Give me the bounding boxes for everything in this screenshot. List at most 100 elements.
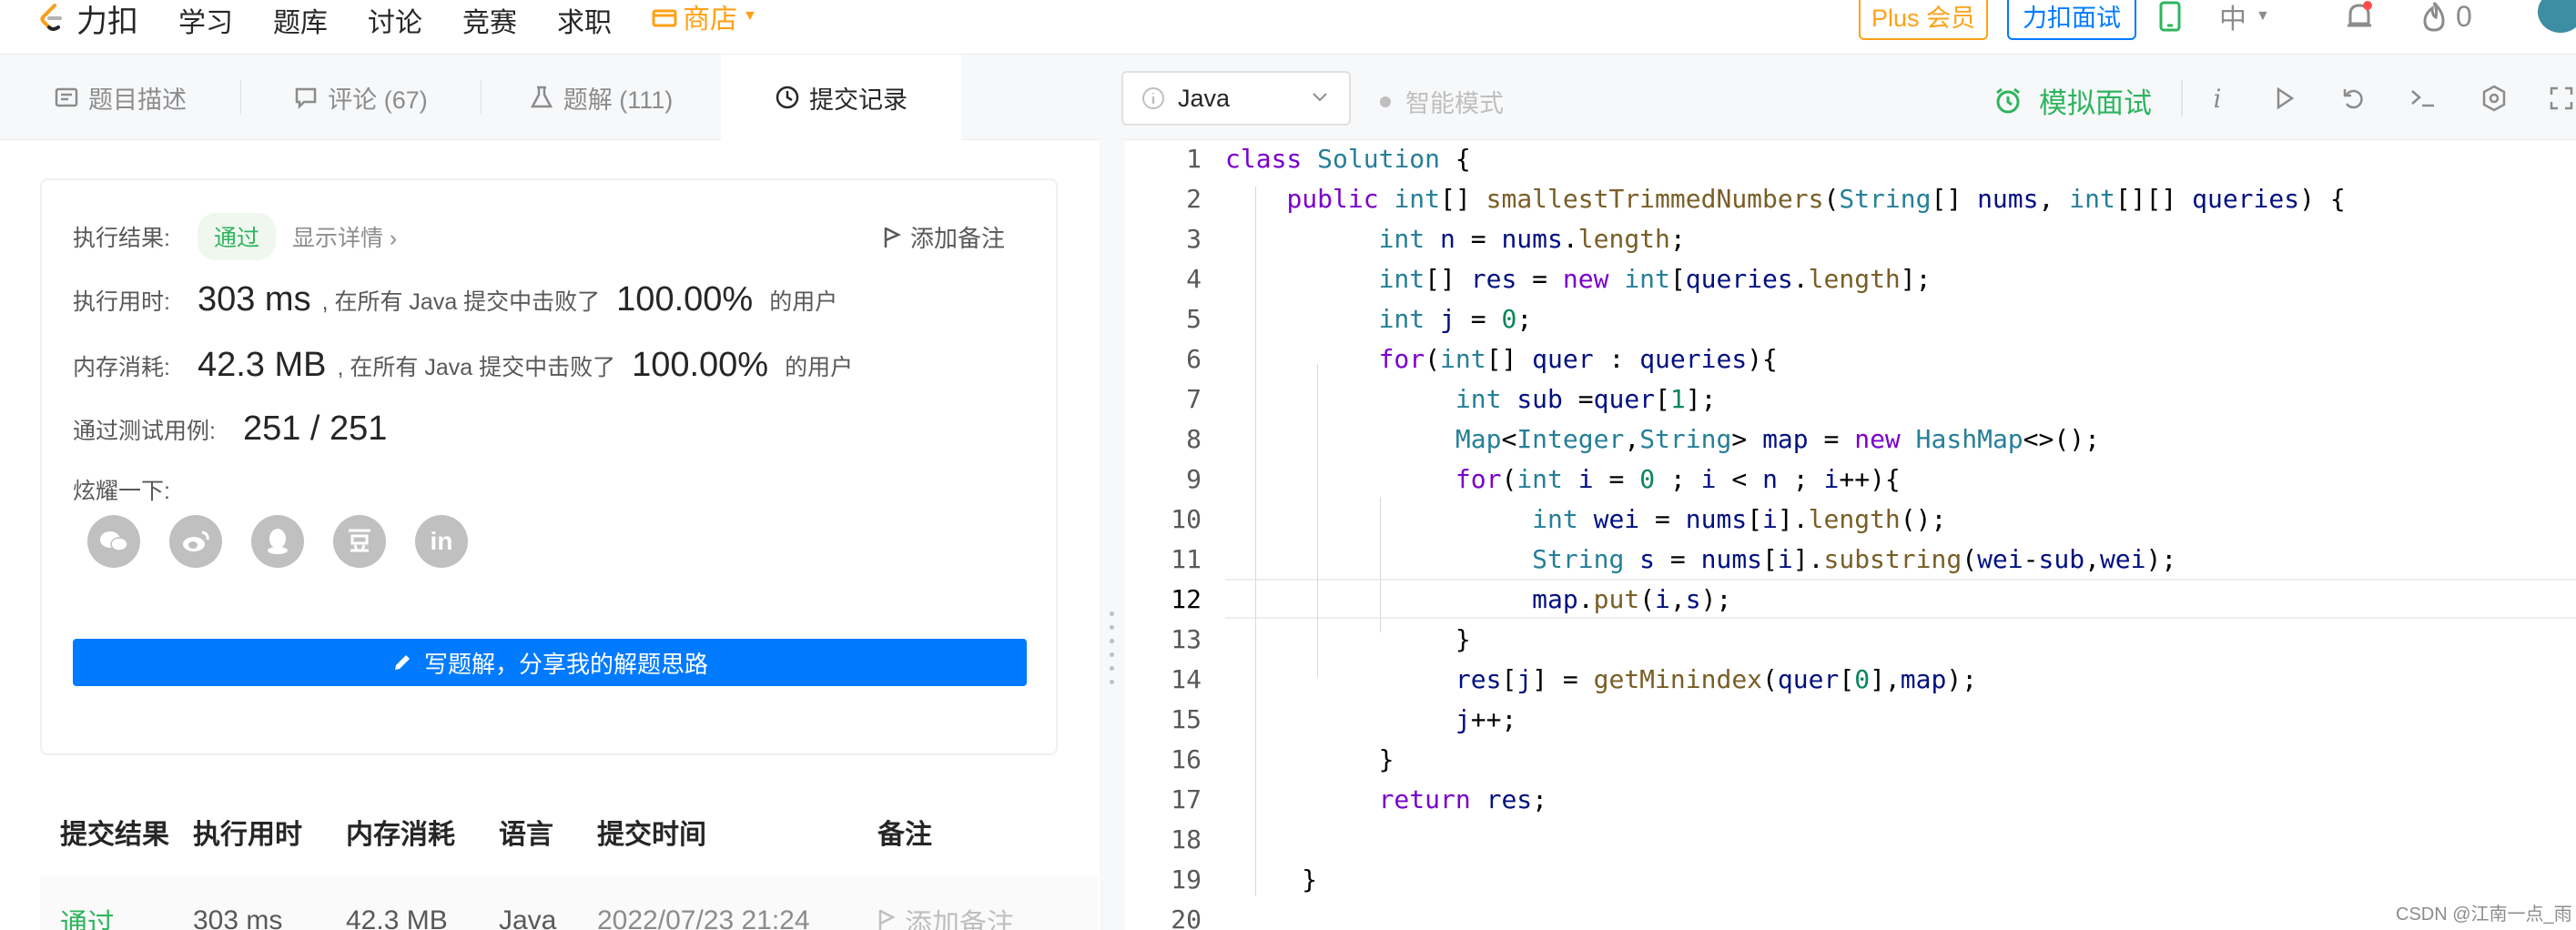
tab-solutions[interactable]: 题解 (111) — [481, 55, 721, 140]
fullscreen-icon[interactable] — [2547, 84, 2576, 113]
line-number: 1 — [1186, 144, 1202, 174]
write-solution-label: 写题解，分享我的解题思路 — [423, 650, 708, 678]
language-select[interactable]: Java — [1121, 71, 1351, 126]
tab-comments[interactable]: 评论 (67) — [240, 55, 481, 140]
interview-button[interactable]: 力扣面试 — [2007, 0, 2136, 40]
watermark: CSDN @江南一点_雨 — [2396, 905, 2572, 925]
douban-icon[interactable] — [333, 515, 386, 568]
mock-interview-label: 模拟面试 — [2039, 87, 2152, 119]
add-note-label: 添加备注 — [909, 225, 1005, 252]
top-navbar: 力扣 学习 题库 讨论 竞赛 求职 商店 ▼ Plus 会员 力扣面试 中 ▼ … — [0, 0, 2576, 55]
selected-language: Java — [1178, 84, 1231, 112]
run-icon[interactable] — [2270, 84, 2299, 113]
submission-add-note[interactable]: 添加备注 — [877, 901, 1060, 930]
reset-icon[interactable] — [2339, 84, 2368, 113]
toolbar-divider — [2181, 80, 2183, 116]
streak-counter[interactable]: 0 — [2421, 0, 2472, 33]
code-line[interactable]: int wei = nums[i].length(); — [1225, 504, 1946, 534]
code-line[interactable]: for(int i = 0 ; i < n ; i++){ — [1225, 464, 1901, 494]
table-row[interactable]: 通过 303 ms 42.3 MB Java 2022/07/23 21:24 … — [40, 875, 1098, 930]
line-number: 12 — [1171, 584, 1202, 614]
code-line[interactable]: int sub =quer[1]; — [1225, 384, 1717, 414]
code-line[interactable]: } — [1225, 624, 1471, 654]
write-solution-button[interactable]: 写题解，分享我的解题思路 — [73, 639, 1027, 686]
avatar[interactable] — [2538, 0, 2576, 33]
code-line[interactable]: j++; — [1225, 704, 1516, 734]
clock-icon — [776, 86, 799, 109]
code-line[interactable]: Map<Integer,String> map = new HashMap<>(… — [1225, 424, 2100, 454]
nav-link-learn[interactable]: 学习 — [178, 0, 233, 38]
code-line[interactable]: for(int[] quer : queries){ — [1225, 344, 1778, 374]
tab-description[interactable]: 题目描述 — [0, 55, 240, 140]
nav-link-jobs[interactable]: 求职 — [557, 0, 612, 38]
show-details-link[interactable]: 显示详情 › — [292, 220, 397, 253]
memory-percentile: 100.00% — [632, 346, 769, 384]
memory-label: 内存消耗: — [73, 354, 170, 380]
settings-icon[interactable] — [2480, 84, 2509, 113]
nav-link-contest[interactable]: 竞赛 — [462, 0, 517, 38]
code-line[interactable]: res[j] = getMinindex(quer[0],map); — [1225, 664, 1977, 694]
smart-mode-toggle[interactable]: 智能模式 — [1380, 84, 1504, 119]
code-editor[interactable]: 1 2 3 4 5 6 7 8 9 10 11 12 13 14 15 16 17 18 19 20 class So… — [1125, 140, 2576, 930]
runtime-tail: 的用户 — [769, 288, 838, 315]
testcase-row: 通过测试用例: 251 / 251 — [73, 409, 398, 449]
linkedin-icon[interactable]: in — [415, 515, 468, 568]
code-line[interactable]: String s = nums[i].substring(wei-sub,wei… — [1225, 544, 2176, 574]
tab-label: 题目描述 — [88, 86, 187, 114]
flame-icon — [2423, 1, 2445, 32]
code-line[interactable]: int j = 0; — [1225, 304, 1533, 334]
column-header: 内存消耗 — [346, 820, 455, 850]
plus-membership-button[interactable]: Plus 会员 — [1859, 0, 1988, 40]
tab-submissions[interactable]: 提交记录 — [721, 55, 961, 140]
language-switch[interactable]: 中 ▼ — [2219, 0, 2270, 35]
submission-status[interactable]: 通过 — [40, 901, 193, 930]
tab-label: 题解 (111) — [563, 86, 674, 114]
code-line[interactable]: return res; — [1225, 784, 1547, 814]
weibo-icon[interactable] — [169, 515, 222, 568]
terminal-icon[interactable] — [2409, 84, 2438, 113]
submission-memory: 42.3 MB — [346, 905, 448, 930]
add-note-label: 添加备注 — [905, 909, 1014, 930]
chevron-down-icon: ▼ — [2256, 8, 2270, 24]
testcase-label: 通过测试用例: — [73, 418, 216, 444]
phone-icon[interactable] — [2159, 0, 2181, 33]
runtime-label: 执行用时: — [73, 288, 170, 315]
memory-tail: 的用户 — [785, 354, 854, 380]
code-line[interactable]: int n = nums.length; — [1225, 224, 1686, 254]
submission-language: Java — [499, 905, 557, 930]
main-nav: 学习 题库 讨论 竞赛 求职 商店 ▼ — [178, 0, 757, 38]
result-label: 执行结果: — [73, 226, 170, 251]
nav-link-problems[interactable]: 题库 — [273, 0, 328, 38]
brand-name: 力扣 — [76, 4, 138, 39]
smart-mode-label: 智能模式 — [1405, 90, 1504, 117]
line-number: 14 — [1171, 664, 1202, 694]
logo[interactable]: 力扣 — [36, 0, 138, 39]
line-number: 4 — [1186, 264, 1202, 294]
share-row: 炫耀一下: — [73, 473, 170, 506]
flag-icon — [878, 909, 896, 930]
qq-icon[interactable] — [251, 515, 304, 568]
line-number: 19 — [1171, 864, 1202, 895]
testcase-value: 251 / 251 — [242, 409, 388, 448]
wechat-icon[interactable] — [87, 515, 140, 568]
drag-handle-icon[interactable] — [1110, 612, 1114, 684]
nav-link-store[interactable]: 商店 ▼ — [652, 0, 757, 35]
code-line[interactable]: map.put(i,s); — [1225, 584, 1731, 614]
memory-description: , 在所有 Java 提交中击败了 — [337, 354, 616, 380]
comment-icon — [295, 87, 317, 110]
line-number: 9 — [1186, 464, 1202, 494]
code-line[interactable]: } — [1225, 864, 1317, 895]
column-header: 语言 — [499, 820, 553, 850]
line-number: 7 — [1186, 384, 1202, 414]
add-note-button[interactable]: 添加备注 — [883, 220, 1005, 254]
code-line[interactable]: class Solution { — [1225, 144, 1471, 174]
nav-link-discuss[interactable]: 讨论 — [368, 0, 422, 38]
code-line[interactable]: public int[] smallestTrimmedNumbers(Stri… — [1225, 184, 2345, 214]
bell-icon[interactable] — [2343, 0, 2376, 33]
line-number: 8 — [1186, 424, 1202, 454]
info-icon[interactable]: i — [2203, 84, 2232, 114]
pane-splitter[interactable] — [1100, 55, 1125, 930]
mock-interview-button[interactable]: 模拟面试 — [1993, 80, 2152, 121]
code-line[interactable]: int[] res = new int[queries.length]; — [1225, 264, 1932, 294]
code-line[interactable]: } — [1225, 744, 1394, 774]
